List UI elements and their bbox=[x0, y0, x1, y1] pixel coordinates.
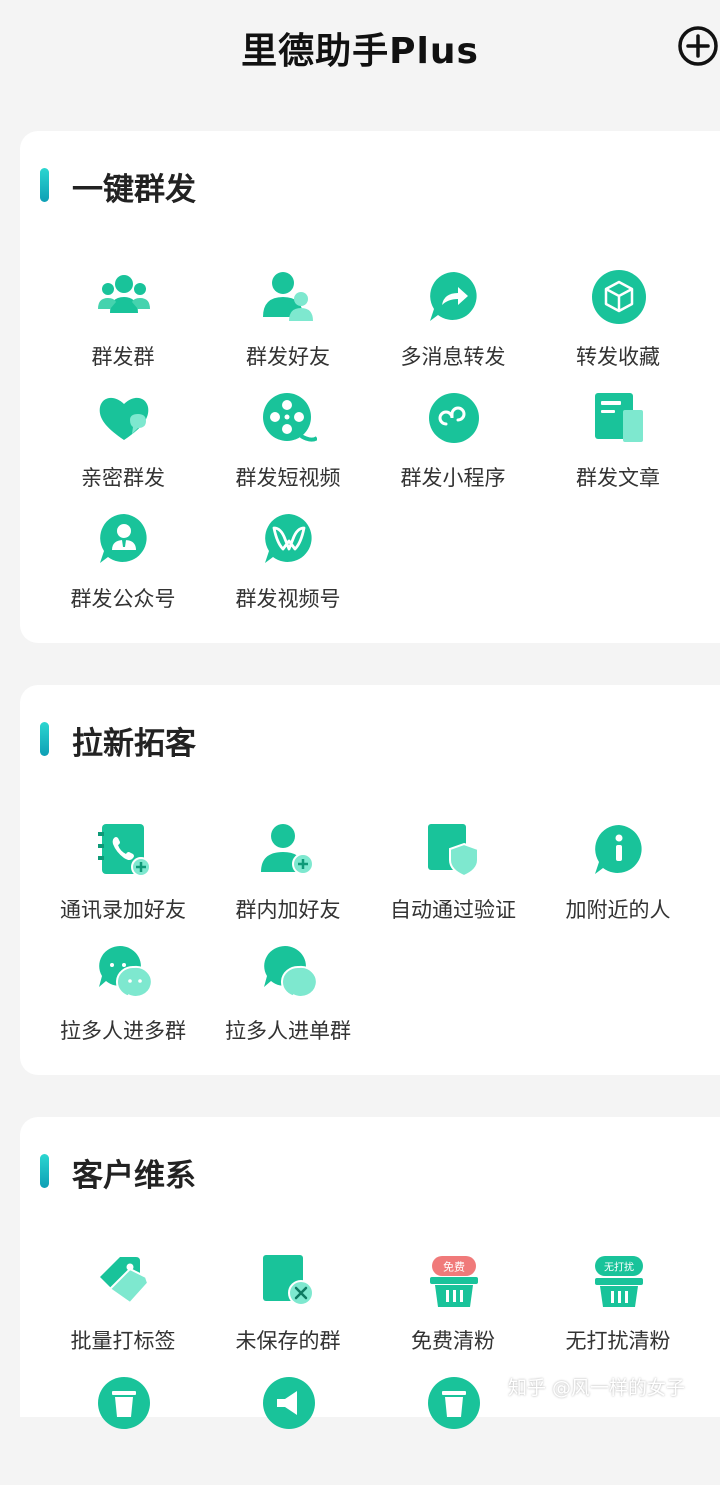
tile-label: 免费清粉 bbox=[411, 1329, 495, 1353]
megaphone-icon bbox=[263, 1377, 315, 1429]
official-account-icon bbox=[100, 514, 147, 563]
section-card-retention: 客户维系 批量打标签 未保存的群 免费 免费清粉 无打扰 无打扰清粉 bbox=[20, 1117, 720, 1429]
tile-pull-single-group[interactable]: 拉多人进单群 bbox=[203, 943, 373, 1053]
mini-program-icon bbox=[429, 393, 479, 443]
tile-label: 群发公众号 bbox=[70, 587, 176, 611]
shield-verify-icon bbox=[428, 824, 479, 878]
tile-label: 群发小程序 bbox=[400, 466, 506, 490]
tile-label: 无打扰清粉 bbox=[565, 1329, 671, 1353]
tile-broadcast-articles[interactable]: 群发文章 bbox=[533, 390, 703, 500]
silent-clean-icon: 无打扰 bbox=[595, 1256, 643, 1307]
tile-intimate-broadcast[interactable]: 亲密群发 bbox=[38, 390, 208, 500]
forward-icon bbox=[430, 272, 477, 321]
multi-group-chat-icon bbox=[99, 946, 152, 998]
group-chat-icon bbox=[98, 275, 150, 313]
unsaved-group-icon bbox=[263, 1255, 314, 1306]
tile-free-clean[interactable]: 免费 免费清粉 bbox=[368, 1253, 538, 1363]
section-card-broadcast: 一键群发 群发群 群发好友 多消息转发 转发收藏 亲密群发 群发短视频 群发小程… bbox=[20, 131, 720, 643]
tile-forward-favorites[interactable]: 转发收藏 bbox=[533, 269, 703, 379]
contacts-add-icon bbox=[98, 824, 151, 877]
section-title: 客户维系 bbox=[72, 1158, 196, 1194]
tile-label: 群发视频号 bbox=[235, 587, 341, 611]
tile-partial-row-item[interactable] bbox=[38, 1375, 208, 1485]
tile-pull-multi-groups[interactable]: 拉多人进多群 bbox=[38, 943, 208, 1053]
tile-label: 未保存的群 bbox=[235, 1329, 341, 1353]
watermark: 知乎 @风一样的女子 bbox=[508, 1377, 686, 1399]
nearby-info-icon bbox=[595, 825, 642, 874]
section-accent-bar bbox=[40, 168, 49, 202]
tile-label: 自动通过验证 bbox=[390, 898, 516, 922]
tile-label: 批量打标签 bbox=[70, 1329, 176, 1353]
tile-label: 拉多人进单群 bbox=[225, 1019, 351, 1043]
film-reel-icon bbox=[263, 393, 317, 442]
section-title: 拉新拓客 bbox=[72, 726, 196, 762]
tile-label: 群发短视频 bbox=[235, 466, 341, 490]
friends-icon bbox=[263, 272, 313, 321]
section-accent-bar bbox=[40, 1154, 49, 1188]
tile-broadcast-short-video[interactable]: 群发短视频 bbox=[203, 390, 373, 500]
tile-partial-row-item[interactable] bbox=[203, 1375, 373, 1485]
tile-label: 多消息转发 bbox=[400, 345, 506, 369]
tile-unsaved-groups[interactable]: 未保存的群 bbox=[203, 1253, 373, 1363]
add-button[interactable] bbox=[676, 24, 720, 68]
badge-text: 免费 bbox=[443, 1260, 465, 1274]
tile-label: 群发群 bbox=[91, 345, 155, 369]
tile-multi-forward[interactable]: 多消息转发 bbox=[368, 269, 538, 379]
tile-label: 群内加好友 bbox=[235, 898, 341, 922]
badge-text: 无打扰 bbox=[604, 1261, 634, 1274]
tile-broadcast-groups[interactable]: 群发群 bbox=[38, 269, 208, 379]
tile-batch-tag[interactable]: 批量打标签 bbox=[38, 1253, 208, 1363]
tile-label: 拉多人进多群 bbox=[60, 1019, 186, 1043]
tile-broadcast-channels[interactable]: 群发视频号 bbox=[203, 511, 373, 621]
article-icon bbox=[595, 393, 643, 442]
plus-circle-icon bbox=[678, 26, 718, 66]
tile-contacts-add-friends[interactable]: 通讯录加好友 bbox=[38, 822, 208, 932]
favorite-cube-icon bbox=[592, 270, 646, 324]
tile-label: 加附近的人 bbox=[565, 898, 671, 922]
free-clean-icon: 免费 bbox=[430, 1256, 478, 1307]
tile-label: 亲密群发 bbox=[81, 466, 165, 490]
page-title: 里德助手Plus bbox=[241, 31, 479, 72]
section-card-acquisition: 拉新拓客 通讯录加好友 群内加好友 自动通过验证 加附近的人 拉多人进多群 拉多… bbox=[20, 685, 720, 1075]
heart-chat-icon bbox=[99, 397, 149, 440]
trash-icon bbox=[98, 1377, 150, 1429]
tile-broadcast-mini-program[interactable]: 群发小程序 bbox=[368, 390, 538, 500]
tile-label: 转发收藏 bbox=[576, 345, 660, 369]
single-group-chat-icon bbox=[264, 946, 317, 998]
tile-auto-verify[interactable]: 自动通过验证 bbox=[368, 822, 538, 932]
person-add-icon bbox=[261, 824, 314, 875]
tile-nearby-people[interactable]: 加附近的人 bbox=[533, 822, 703, 932]
section-title: 一键群发 bbox=[72, 172, 196, 208]
tile-label: 通讯录加好友 bbox=[60, 898, 186, 922]
tile-broadcast-official-account[interactable]: 群发公众号 bbox=[38, 511, 208, 621]
tag-icon bbox=[100, 1257, 150, 1305]
tile-broadcast-friends[interactable]: 群发好友 bbox=[203, 269, 373, 379]
section-accent-bar bbox=[40, 722, 49, 756]
tile-group-add-friends[interactable]: 群内加好友 bbox=[203, 822, 373, 932]
channels-icon bbox=[265, 514, 312, 563]
tile-silent-clean[interactable]: 无打扰 无打扰清粉 bbox=[533, 1253, 703, 1363]
tile-label: 群发好友 bbox=[246, 345, 330, 369]
app-header: 里德助手Plus bbox=[0, 0, 720, 100]
trash-icon bbox=[428, 1377, 480, 1429]
tile-label: 群发文章 bbox=[576, 466, 660, 490]
